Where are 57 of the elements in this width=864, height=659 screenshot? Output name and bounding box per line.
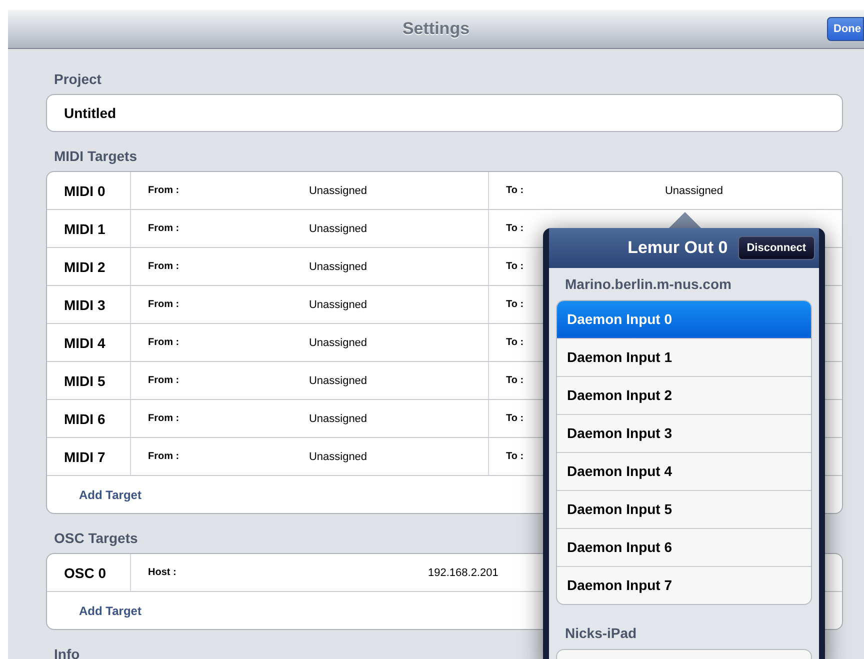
add-target-button[interactable]: Add Target	[47, 476, 148, 513]
to-label: To :	[506, 413, 525, 424]
input-item[interactable]: Daemon Input 7	[557, 567, 811, 604]
section-header: OSC Targets	[53, 530, 138, 548]
done-button[interactable]: Done	[826, 17, 864, 41]
from-label: From :	[148, 375, 180, 386]
to-label: To :	[506, 223, 525, 234]
to-label: To :	[506, 451, 525, 462]
to-label: To :	[506, 299, 525, 310]
target-name: MIDI 1	[47, 210, 131, 247]
input-item[interactable]: Daemon Input 2	[557, 377, 811, 415]
from-value[interactable]: Unassigned	[228, 412, 488, 424]
from-value[interactable]: Unassigned	[228, 222, 488, 234]
add-target-button[interactable]: Add Target	[47, 592, 148, 629]
to-label: To :	[506, 185, 525, 196]
host-header: Marino.berlin.m-nus.com	[564, 275, 732, 294]
from-value[interactable]: Unassigned	[228, 184, 488, 196]
input-item[interactable]: Daemon Input 1	[557, 339, 811, 377]
from-value[interactable]: Unassigned	[228, 450, 488, 462]
from-label: From :	[148, 185, 180, 196]
target-name: OSC 0	[47, 554, 131, 591]
from-label: From :	[148, 261, 180, 272]
target-name: MIDI 2	[47, 248, 131, 285]
input-item[interactable]: Daemon Input 0	[557, 301, 811, 339]
to-label: To :	[506, 337, 525, 348]
from-label: From :	[148, 413, 180, 424]
from-value[interactable]: Unassigned	[228, 298, 488, 310]
target-name: MIDI 5	[47, 362, 131, 399]
to-value[interactable]: Unassigned	[586, 184, 842, 196]
to-label: To :	[506, 261, 525, 272]
target-name: MIDI 6	[47, 400, 131, 437]
target-name: MIDI 4	[47, 324, 131, 361]
target-name: MIDI 0	[47, 172, 131, 209]
host-label: Host :	[148, 567, 178, 578]
input-item[interactable]: Daemon Input 6	[557, 529, 811, 567]
target-name: MIDI 7	[47, 438, 131, 475]
input-item[interactable]: Daemon Input 5	[557, 491, 811, 529]
host-header: Nicks-iPad	[564, 624, 638, 643]
to-label: To :	[506, 375, 525, 386]
input-item[interactable]: Daemon Input 3	[557, 415, 811, 453]
nav-title: Settings	[402, 19, 470, 39]
section-header: Info	[53, 646, 80, 659]
from-label: From :	[148, 337, 180, 348]
from-label: From :	[148, 299, 180, 310]
popover-title: Lemur Out 0	[628, 238, 728, 258]
project-name: Untitled	[63, 104, 118, 123]
target-name: MIDI 3	[47, 286, 131, 323]
host-value[interactable]: 192.168.2.201	[428, 566, 498, 578]
from-value[interactable]: Unassigned	[228, 374, 488, 386]
from-label: From :	[148, 451, 180, 462]
disconnect-button[interactable]: Disconnect	[738, 236, 815, 260]
from-value[interactable]: Unassigned	[228, 336, 488, 348]
from-label: From :	[148, 223, 180, 234]
input-item[interactable]: Daemon Input 4	[557, 453, 811, 491]
section-header: Project	[53, 71, 102, 89]
section-header: MIDI Targets	[53, 148, 137, 166]
from-value[interactable]: Unassigned	[228, 260, 488, 272]
